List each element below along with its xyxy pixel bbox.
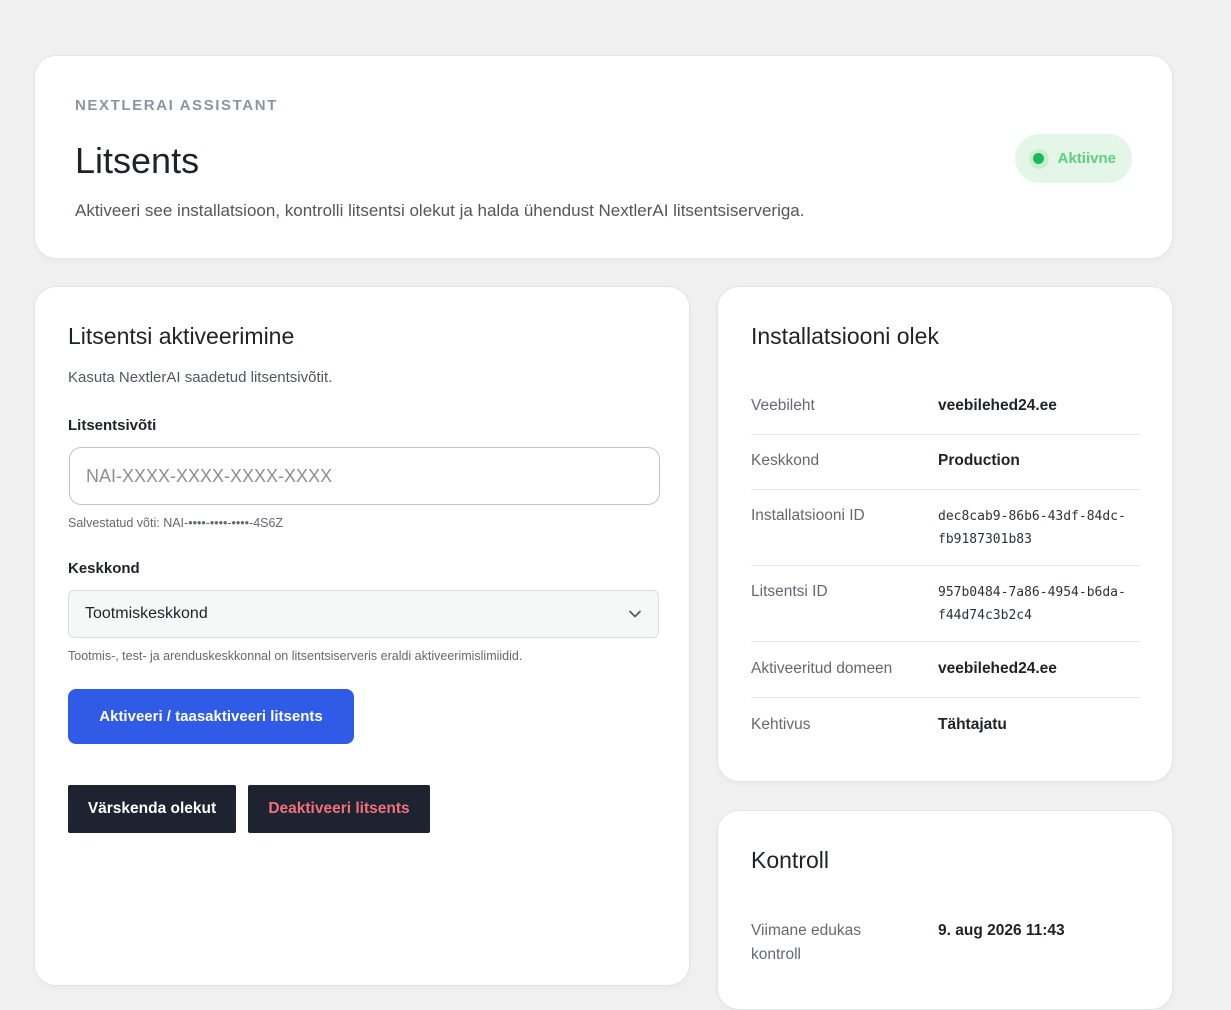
saved-key-note: Salvestatud võti: NAI-••••-••••-••••-4S6… [68,516,284,530]
chevron-down-icon [629,610,641,618]
detail-row-environment: Keskkond Production [751,435,1141,490]
page-title: Litsents [75,140,200,181]
detail-key: Litsentsi ID [751,583,828,600]
detail-key: Viimane edukas kontroll [751,922,862,963]
environment-label: Keskkond [68,560,140,577]
environment-help: Tootmis-, test- ja arenduskeskkonnal on … [68,649,523,663]
license-header-card: NEXTLERAI ASSISTANT Litsents Aktiveeri s… [34,55,1173,259]
detail-key: Kehtivus [751,716,811,733]
detail-value: Production [938,452,1020,469]
detail-value: 9. aug 2026 11:43 [938,922,1065,939]
detail-key: Veebileht [751,397,815,414]
detail-value: dec8cab9-86b6-43df-84dc-fb9187301b83 [938,509,1126,547]
detail-key: Aktiveeritud domeen [751,660,893,677]
page-description: Aktiveeri see installatsioon, kontrolli … [75,201,805,220]
environment-selected-value: Tootmiskeskkond [85,605,208,622]
installation-status-title: Installatsiooni olek [751,323,939,349]
activation-title: Litsentsi aktiveerimine [68,323,295,349]
control-details-list: Viimane edukas kontroll 9. aug 2026 11:4… [751,911,1141,967]
environment-select[interactable]: Tootmiskeskkond [68,590,659,638]
license-key-label: Litsentsivõti [68,417,157,434]
detail-value: veebilehed24.ee [938,397,1057,414]
status-dot-icon [1028,148,1049,169]
detail-value: Tähtajatu [938,716,1007,733]
refresh-status-button[interactable]: Värskenda olekut [68,785,236,833]
status-badge-label: Aktiivne [1057,150,1116,167]
plugin-eyebrow: NEXTLERAI ASSISTANT [75,97,278,114]
detail-row-validity: Kehtivus Tähtajatu [751,698,1141,754]
installation-details-list: Veebileht veebilehed24.ee Keskkond Produ… [751,380,1141,754]
installation-status-card: Installatsiooni olek Veebileht veebilehe… [717,286,1173,782]
license-key-input[interactable] [69,447,660,505]
detail-row-last-check: Viimane edukas kontroll 9. aug 2026 11:4… [751,911,1141,967]
control-card: Kontroll Viimane edukas kontroll 9. aug … [717,810,1173,1010]
detail-row-installation-id: Installatsiooni ID dec8cab9-86b6-43df-84… [751,490,1141,566]
deactivate-license-button[interactable]: Deaktiveeri litsents [248,785,430,833]
detail-key: Installatsiooni ID [751,507,865,524]
control-title: Kontroll [751,847,829,873]
status-badge: Aktiivne [1014,134,1132,183]
detail-value: 957b0484-7a86-4954-b6da-f44d74c3b2c4 [938,585,1126,623]
detail-row-license-id: Litsentsi ID 957b0484-7a86-4954-b6da-f44… [751,566,1141,642]
detail-key: Keskkond [751,452,820,469]
activation-card: Litsentsi aktiveerimine Kasuta NextlerAI… [34,286,690,986]
activation-subtitle: Kasuta NextlerAI saadetud litsentsivõtit… [68,369,333,386]
detail-row-website: Veebileht veebilehed24.ee [751,380,1141,435]
detail-value: veebilehed24.ee [938,660,1057,677]
activate-license-button[interactable]: Aktiveeri / taasaktiveeri litsents [68,689,354,744]
detail-row-activated-domain: Aktiveeritud domeen veebilehed24.ee [751,642,1141,698]
